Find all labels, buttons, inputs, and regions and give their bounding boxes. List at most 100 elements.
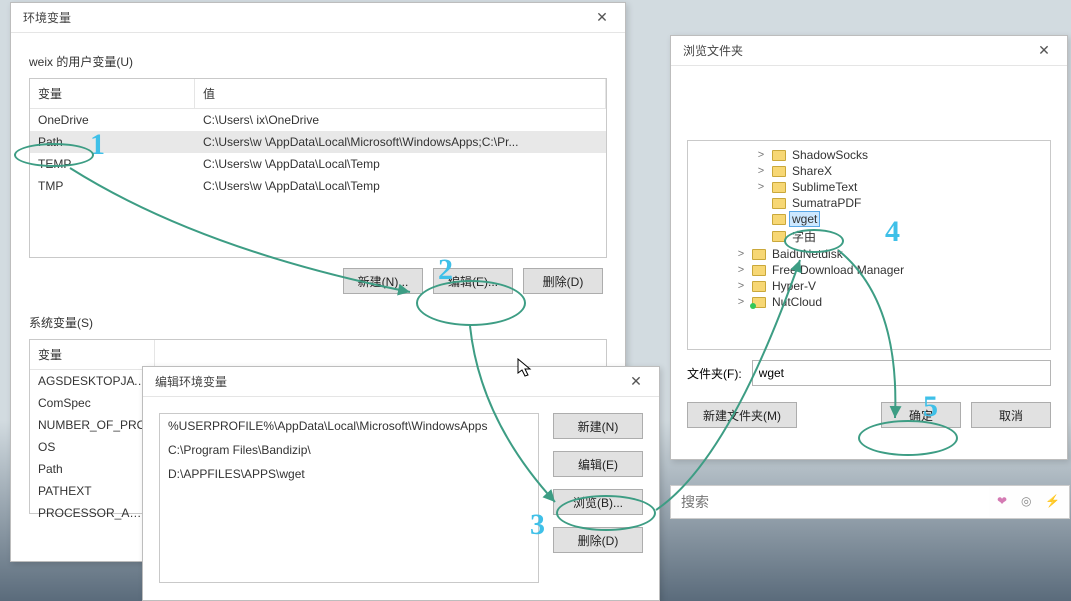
cell-var: OneDrive <box>30 109 195 131</box>
folder-input[interactable] <box>752 360 1051 386</box>
cell-var: Path <box>30 131 195 153</box>
close-icon[interactable]: ✕ <box>587 6 617 30</box>
list-item[interactable]: C:\Program Files\Bandizip\ <box>160 438 538 462</box>
user-vars-label: weix 的用户变量(U) <box>29 53 607 70</box>
folder-label: 文件夹(F): <box>687 365 742 382</box>
expand-icon[interactable]: > <box>754 149 768 161</box>
expand-icon[interactable]: > <box>754 165 768 177</box>
edit-button[interactable]: 编辑(E)... <box>433 268 513 294</box>
close-icon[interactable]: ✕ <box>1029 39 1059 63</box>
cell-val: C:\Users\w \AppData\Local\Temp <box>195 175 606 197</box>
edit-button[interactable]: 编辑(E) <box>553 451 643 477</box>
cancel-button[interactable]: 取消 <box>971 402 1051 428</box>
expand-icon[interactable]: > <box>754 181 768 193</box>
table-row[interactable]: OneDrive C:\Users\ ix\OneDrive <box>30 109 606 131</box>
dialog-title: 编辑环境变量 <box>155 373 227 390</box>
col-header-variable[interactable]: 变量 <box>30 79 195 108</box>
ok-button[interactable]: 确定 <box>881 402 961 428</box>
folder-icon <box>752 297 766 308</box>
cell-var: ComSpec <box>30 392 155 414</box>
tree-item[interactable]: > SublimeText <box>694 179 1046 195</box>
tree-item[interactable]: wget <box>694 211 1046 227</box>
new-folder-button[interactable]: 新建文件夹(M) <box>687 402 797 428</box>
delete-button[interactable]: 删除(D) <box>523 268 603 294</box>
browse-folder-dialog: 浏览文件夹 ✕ > ShadowSocks > ShareX > SublimeTex… <box>670 35 1068 460</box>
tree-label: 字由 <box>790 228 818 245</box>
new-button[interactable]: 新建(N) <box>553 413 643 439</box>
cell-var: AGSDESKTOPJAVA <box>30 370 155 392</box>
edit-env-var-dialog: 编辑环境变量 ✕ %USERPROFILE%\AppData\Local\Mic… <box>142 366 660 601</box>
lightning-icon[interactable]: ⚡ <box>1045 494 1061 510</box>
folder-icon <box>772 150 786 161</box>
tree-label: ShadowSocks <box>790 148 870 162</box>
folder-icon <box>752 265 766 276</box>
cell-var: TEMP <box>30 153 195 175</box>
user-vars-buttons: 新建(N)... 编辑(E)... 删除(D) <box>29 258 607 294</box>
browse-button[interactable]: 浏览(B)... <box>553 489 643 515</box>
tree-item[interactable]: 字由 <box>694 227 1046 246</box>
tree-item[interactable]: > ShadowSocks <box>694 147 1046 163</box>
expand-icon[interactable]: > <box>734 296 748 308</box>
dialog-title: 环境变量 <box>23 9 71 26</box>
cell-val: C:\Users\ ix\OneDrive <box>195 109 606 131</box>
tree-label: BaiduNetdisk <box>770 247 845 261</box>
list-item[interactable]: D:\APPFILES\APPS\wget <box>160 462 538 486</box>
tree-label: NutCloud <box>770 295 824 309</box>
tree-item[interactable]: > Free Download Manager <box>694 262 1046 278</box>
path-entries-list[interactable]: %USERPROFILE%\AppData\Local\Microsoft\Wi… <box>159 413 539 583</box>
cell-val: C:\Users\w \AppData\Local\Microsoft\Wind… <box>195 131 606 153</box>
cell-val: C:\Users\w \AppData\Local\Temp <box>195 153 606 175</box>
tree-label: ShareX <box>790 164 834 178</box>
table-row[interactable]: TMP C:\Users\w \AppData\Local\Temp <box>30 175 606 197</box>
folder-icon <box>772 166 786 177</box>
col-header-value[interactable]: 值 <box>195 79 606 108</box>
expand-icon[interactable]: > <box>734 264 748 276</box>
titlebar: 环境变量 ✕ <box>11 3 625 33</box>
cell-var: NUMBER_OF_PRO <box>30 414 155 436</box>
folder-icon <box>752 249 766 260</box>
search-bar[interactable]: ❤ ◎ ⚡ <box>670 485 1070 519</box>
cell-var: PROCESSOR_ARCH <box>30 502 155 524</box>
cursor-icon <box>517 358 533 378</box>
tree-item[interactable]: > ShareX <box>694 163 1046 179</box>
dialog-title: 浏览文件夹 <box>683 42 743 59</box>
cell-var: PATHEXT <box>30 480 155 502</box>
cell-var: Path <box>30 458 155 480</box>
table-row[interactable]: TEMP C:\Users\w \AppData\Local\Temp <box>30 153 606 175</box>
folder-icon <box>752 281 766 292</box>
col-header-variable[interactable]: 变量 <box>30 340 155 369</box>
tree-label: wget <box>790 212 819 226</box>
user-vars-table: 变量 值 OneDrive C:\Users\ ix\OneDrive Path… <box>29 78 607 258</box>
delete-button[interactable]: 删除(D) <box>553 527 643 553</box>
tree-item[interactable]: SumatraPDF <box>694 195 1046 211</box>
tree-item[interactable]: > Hyper-V <box>694 278 1046 294</box>
tree-item[interactable]: > BaiduNetdisk <box>694 246 1046 262</box>
folder-icon <box>772 198 786 209</box>
search-input[interactable] <box>679 487 989 517</box>
sys-vars-label: 系统变量(S) <box>29 314 607 331</box>
tree-label: Free Download Manager <box>770 263 906 277</box>
side-buttons: 新建(N) 编辑(E) 浏览(B)... 删除(D) <box>553 413 643 583</box>
target-icon[interactable]: ◎ <box>1021 494 1037 510</box>
cell-var: TMP <box>30 175 195 197</box>
new-button[interactable]: 新建(N)... <box>343 268 423 294</box>
cell-var: OS <box>30 436 155 458</box>
folder-field-row: 文件夹(F): <box>687 360 1051 386</box>
table-row[interactable]: Path C:\Users\w \AppData\Local\Microsoft… <box>30 131 606 153</box>
folder-icon <box>772 231 786 242</box>
close-icon[interactable]: ✕ <box>621 370 651 394</box>
tree-label: SumatraPDF <box>790 196 863 210</box>
tree-label: SublimeText <box>790 180 859 194</box>
tree-item[interactable]: > NutCloud <box>694 294 1046 310</box>
expand-icon[interactable]: > <box>734 248 748 260</box>
tree-label: Hyper-V <box>770 279 818 293</box>
list-item[interactable]: %USERPROFILE%\AppData\Local\Microsoft\Wi… <box>160 414 538 438</box>
pin-icon[interactable]: ❤ <box>997 494 1013 510</box>
folder-icon <box>772 214 786 225</box>
expand-icon[interactable]: > <box>734 280 748 292</box>
titlebar: 浏览文件夹 ✕ <box>671 36 1067 66</box>
titlebar: 编辑环境变量 ✕ <box>143 367 659 397</box>
table-header: 变量 值 <box>30 79 606 109</box>
folder-icon <box>772 182 786 193</box>
folder-tree[interactable]: > ShadowSocks > ShareX > SublimeText Sumatr… <box>687 140 1051 350</box>
